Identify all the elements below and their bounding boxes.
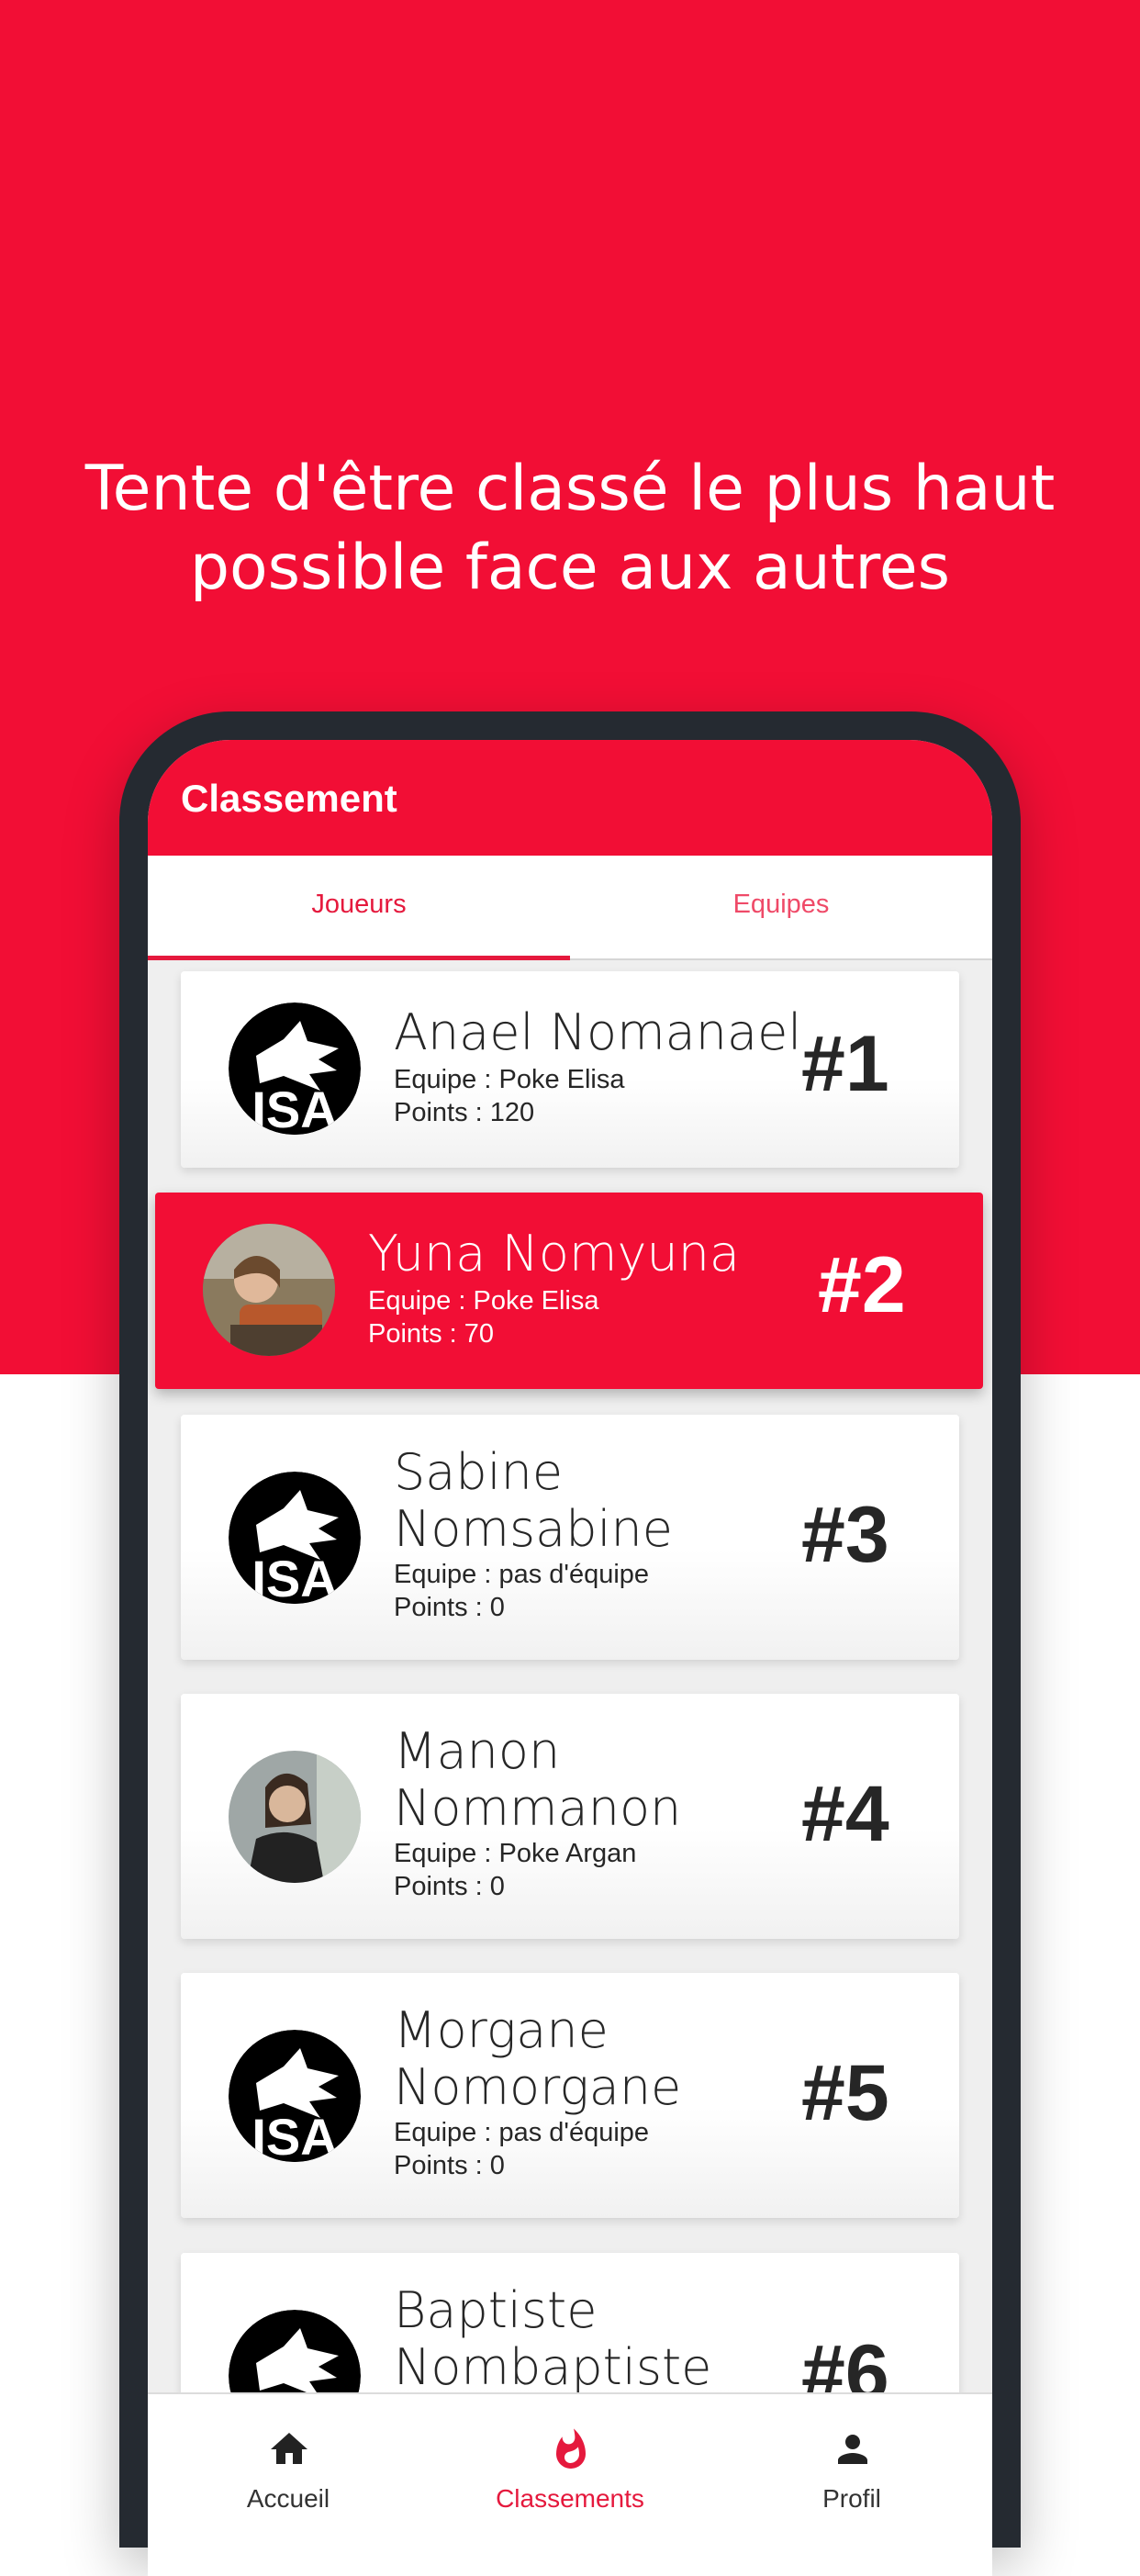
svg-text:ISA: ISA xyxy=(251,1081,337,1135)
player-first-name: Sabine xyxy=(394,1443,564,1501)
player-team: Equipe : Poke Argan xyxy=(394,1839,637,1868)
player-rank: #1 xyxy=(801,1020,889,1108)
player-name: Yuna Nomyuna xyxy=(368,1225,741,1282)
player-team: Equipe : pas d'équipe xyxy=(394,1560,650,1589)
nav-label: Accueil xyxy=(246,2484,330,2513)
player-points: Points : 0 xyxy=(394,2151,505,2180)
photo-avatar xyxy=(229,1751,361,1883)
player-last-name: Nomsabine xyxy=(394,1500,673,1558)
app-bar: Classement xyxy=(148,740,992,856)
player-points: Points : 70 xyxy=(368,1319,495,1349)
player-first-name: Manon xyxy=(394,1722,561,1780)
player-card-current-user[interactable]: Yuna Nomyuna Equipe : Poke Elisa Points … xyxy=(155,1193,983,1389)
svg-text:ISA: ISA xyxy=(251,2108,337,2162)
photo-avatar xyxy=(203,1224,335,1356)
player-rank: #4 xyxy=(801,1770,889,1858)
player-rank: #5 xyxy=(801,2049,889,2137)
headline-line-1: Tente d'être classé le plus haut xyxy=(84,453,1056,525)
isa-logo-avatar: ISA xyxy=(229,1472,361,1604)
nav-label: Profil xyxy=(822,2484,881,2513)
active-tab-indicator xyxy=(148,956,570,960)
player-first-name: Baptiste xyxy=(394,2281,598,2339)
player-team: Equipe : pas d'équipe xyxy=(394,2118,650,2147)
player-card[interactable]: Manon Nommanon Equipe : Poke Argan Point… xyxy=(181,1694,959,1939)
player-points: Points : 120 xyxy=(394,1098,535,1127)
player-rank: #3 xyxy=(801,1491,889,1579)
home-icon xyxy=(271,2433,307,2464)
player-team: Equipe : Poke Elisa xyxy=(368,1286,599,1316)
person-icon xyxy=(838,2435,867,2464)
player-last-name: Nomorgane xyxy=(394,2058,682,2116)
nav-accueil[interactable]: Accueil xyxy=(148,2394,429,2576)
player-card[interactable]: ISA Anael Nomanael Equipe : Poke Elisa P… xyxy=(181,971,959,1168)
page-title: Classement xyxy=(181,777,397,820)
player-name: Anael Nomanael xyxy=(394,1003,802,1061)
nav-classements[interactable]: Classements xyxy=(430,2394,710,2576)
isa-logo-avatar: ISA xyxy=(229,2030,361,2162)
headline-line-2: possible face aux autres xyxy=(189,532,951,604)
player-team: Equipe : Poke Elisa xyxy=(394,1065,625,1094)
isa-logo-avatar: ISA xyxy=(229,1002,361,1135)
player-points: Points : 0 xyxy=(394,1593,505,1622)
phone-frame: Classement Joueurs Equipes ISA Anael Nom… xyxy=(119,711,1021,2576)
player-last-name: Nommanon xyxy=(394,1779,682,1837)
bottom-navigation: Accueil Classements Profil xyxy=(148,2392,992,2576)
tab-bar: Joueurs Equipes xyxy=(148,856,992,960)
flame-icon xyxy=(556,2428,586,2469)
player-last-name: Nombaptiste xyxy=(394,2338,712,2396)
nav-profil[interactable]: Profil xyxy=(711,2394,992,2576)
nav-label: Classements xyxy=(496,2484,644,2513)
tab-equipes[interactable]: Equipes xyxy=(570,856,992,957)
headline: Tente d'être classé le plus haut possibl… xyxy=(0,450,1140,608)
player-card[interactable]: ISA Sabine Nomsabine Equipe : pas d'équi… xyxy=(181,1415,959,1660)
svg-text:ISA: ISA xyxy=(251,1550,337,1604)
tab-joueurs[interactable]: Joueurs xyxy=(148,856,570,957)
player-rank: #2 xyxy=(818,1241,906,1329)
player-first-name: Morgane xyxy=(394,2001,609,2059)
player-points: Points : 0 xyxy=(394,1872,505,1901)
player-card[interactable]: ISA Morgane Nomorgane Equipe : pas d'équ… xyxy=(181,1973,959,2218)
phone-screen: Classement Joueurs Equipes ISA Anael Nom… xyxy=(148,740,992,2576)
